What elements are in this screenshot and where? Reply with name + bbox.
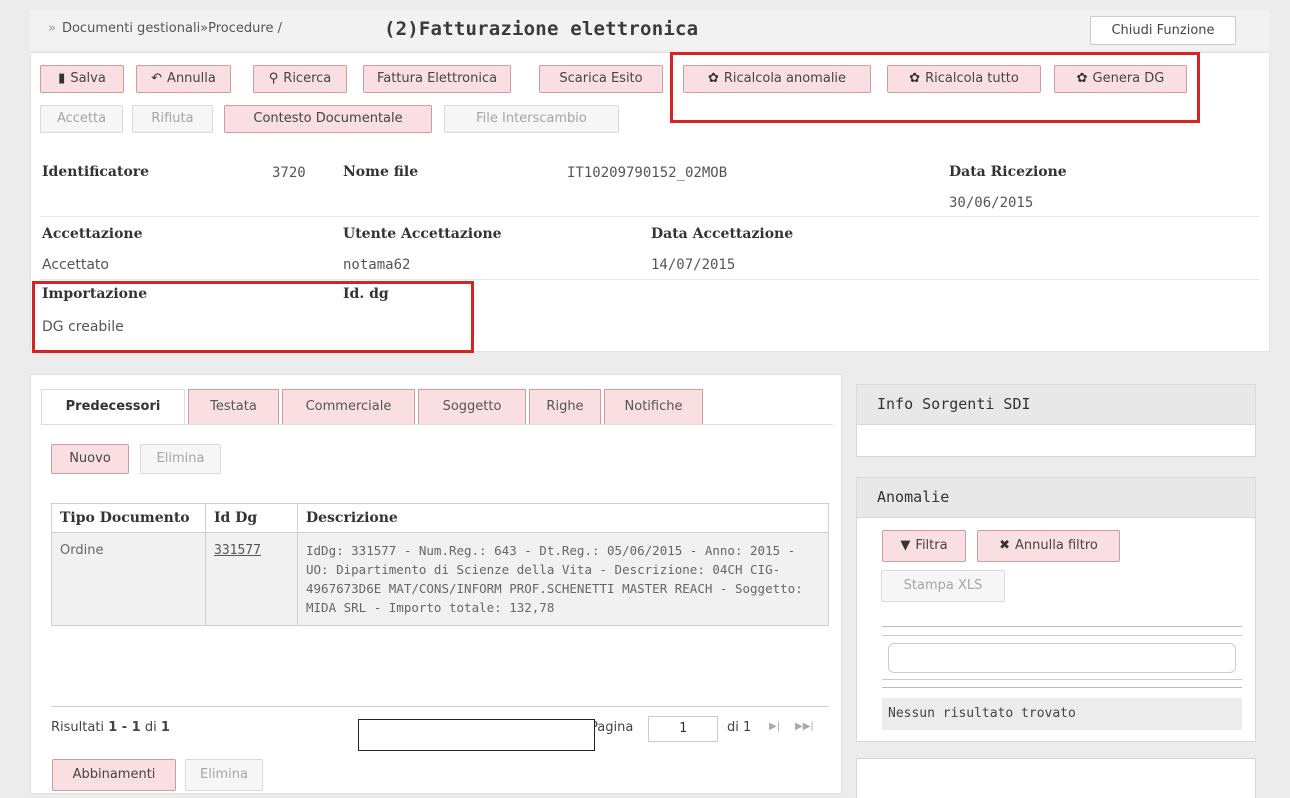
bottom-right-panel (856, 758, 1256, 798)
file-interscambio-button[interactable]: File Interscambio (444, 105, 619, 133)
annulla-filtro-button[interactable]: ✖ Annulla filtro (977, 530, 1120, 562)
abbinamenti-button[interactable]: Abbinamenti (52, 759, 176, 791)
highlight-box (670, 52, 1200, 123)
results-prefix: Risultati (51, 720, 105, 735)
tab-soggetto[interactable]: Soggetto (418, 389, 526, 425)
column-header-id-dg[interactable]: Id Dg (205, 503, 298, 533)
tab-testata[interactable]: Testata (188, 389, 279, 425)
highlight-box (32, 281, 474, 353)
save-label: Salva (70, 71, 106, 86)
tabs-panel: Predecessori Testata Commerciale Soggett… (30, 374, 842, 794)
undo-label: Annulla (167, 71, 216, 86)
nome-file-value: IT10209790152_02MOB (567, 165, 728, 181)
divider (41, 216, 1259, 217)
document-detail-panel: ▮ Salva ↶ Annulla ⚲ Ricerca Fattura Elettro… (30, 52, 1270, 353)
data-ricezione-value: 30/06/2015 (949, 195, 1034, 211)
fattura-elettronica-button[interactable]: Fattura Elettronica (363, 65, 511, 93)
tab-notifiche[interactable]: Notifiche (604, 389, 703, 425)
column-header-descrizione[interactable]: Descrizione (297, 503, 829, 533)
anomalie-title: Anomalie (857, 478, 1255, 518)
header-bar: » Documenti gestionali»Procedure / (2)Fat… (30, 10, 1270, 50)
results-total: 1 (160, 720, 170, 735)
search-label: Ricerca (283, 71, 332, 86)
tab-commerciale[interactable]: Commerciale (282, 389, 415, 425)
redaction-box (358, 719, 595, 751)
breadcrumb-chevron-icon: » (48, 21, 56, 36)
annulla-filtro-label: Annulla filtro (1015, 538, 1098, 553)
table-row[interactable]: Ordine 331577 IdDg: 331577 - Num.Reg.: 6… (51, 532, 829, 626)
page-of-label: di 1 (727, 720, 752, 735)
elimina-abbinamento-button[interactable]: Elimina (185, 759, 263, 791)
divider (882, 679, 1242, 680)
rifiuta-button[interactable]: Rifiuta (132, 105, 213, 133)
empty-message: Nessun risultato trovato (882, 698, 1242, 730)
close-icon: ✖ (999, 538, 1011, 553)
tab-righe[interactable]: Righe (529, 389, 601, 425)
cell-id-dg: 331577 (205, 532, 298, 626)
filter-icon: ▼ (900, 538, 911, 553)
identificatore-value: 3720 (272, 165, 306, 181)
divider (51, 706, 829, 707)
id-dg-link[interactable]: 331577 (214, 543, 261, 558)
search-icon: ⚲ (268, 71, 279, 86)
cell-descrizione: IdDg: 331577 - Num.Reg.: 643 - Dt.Reg.: … (297, 532, 829, 626)
tab-divider (41, 424, 833, 425)
column-header-tipo-documento[interactable]: Tipo Documento (51, 503, 206, 533)
undo-icon: ↶ (151, 71, 163, 86)
undo-button[interactable]: ↶ Annulla (136, 65, 231, 93)
utente-accettazione-value: notama62 (343, 257, 411, 273)
cell-tipo-documento: Ordine (51, 532, 206, 626)
breadcrumb-path[interactable]: Documenti gestionali»Procedure / (62, 21, 282, 36)
breadcrumb[interactable]: » Documenti gestionali»Procedure / (48, 21, 282, 36)
close-function-button[interactable]: Chiudi Funzione (1090, 16, 1236, 45)
stampa-xls-button[interactable]: Stampa XLS (881, 570, 1005, 602)
search-button[interactable]: ⚲ Ricerca (253, 65, 347, 93)
anomalie-panel: Anomalie ▼ Filtra ✖ Annulla filtro Stampa … (856, 477, 1256, 742)
anomalie-filter-input[interactable] (888, 643, 1236, 673)
anomalie-filter-area (882, 626, 1242, 688)
page-label: Pagina (590, 720, 634, 735)
table-header-row: Tipo Documento Id Dg Descrizione (51, 503, 829, 533)
identificatore-label: Identificatore (42, 164, 150, 180)
divider (882, 635, 1242, 636)
utente-accettazione-label: Utente Accettazione (343, 226, 502, 242)
next-page-icon[interactable]: ▶| (769, 721, 780, 732)
predecessori-table: Tipo Documento Id Dg Descrizione Ordine … (51, 503, 829, 626)
save-button[interactable]: ▮ Salva (40, 65, 124, 93)
tab-predecessori[interactable]: Predecessori (41, 389, 185, 425)
info-sorgenti-panel: Info Sorgenti SDI (856, 384, 1256, 457)
page-number-input[interactable]: 1 (648, 716, 718, 742)
data-ricezione-label: Data Ricezione (949, 164, 1067, 180)
info-sorgenti-title: Info Sorgenti SDI (857, 385, 1255, 425)
results-range: 1 - 1 (108, 720, 141, 735)
save-icon: ▮ (58, 71, 66, 86)
filtra-button[interactable]: ▼ Filtra (882, 530, 966, 562)
results-summary: Risultati 1 - 1 di 1 (51, 720, 170, 735)
divider (41, 279, 1259, 280)
contesto-documentale-button[interactable]: Contesto Documentale (224, 105, 432, 133)
accetta-button[interactable]: Accetta (40, 105, 123, 133)
nuovo-button[interactable]: Nuovo (51, 444, 129, 474)
accettazione-label: Accettazione (42, 226, 143, 242)
scarica-esito-button[interactable]: Scarica Esito (539, 65, 663, 93)
page-title: (2)Fatturazione elettronica (384, 18, 699, 40)
elimina-button[interactable]: Elimina (140, 444, 221, 474)
filtra-label: Filtra (915, 538, 948, 553)
results-di: di (144, 720, 157, 735)
last-page-icon[interactable]: ▶▶| (795, 721, 814, 732)
accettazione-value: Accettato (42, 257, 109, 273)
data-accettazione-value: 14/07/2015 (651, 257, 736, 273)
data-accettazione-label: Data Accettazione (651, 226, 794, 242)
nome-file-label: Nome file (343, 164, 419, 180)
